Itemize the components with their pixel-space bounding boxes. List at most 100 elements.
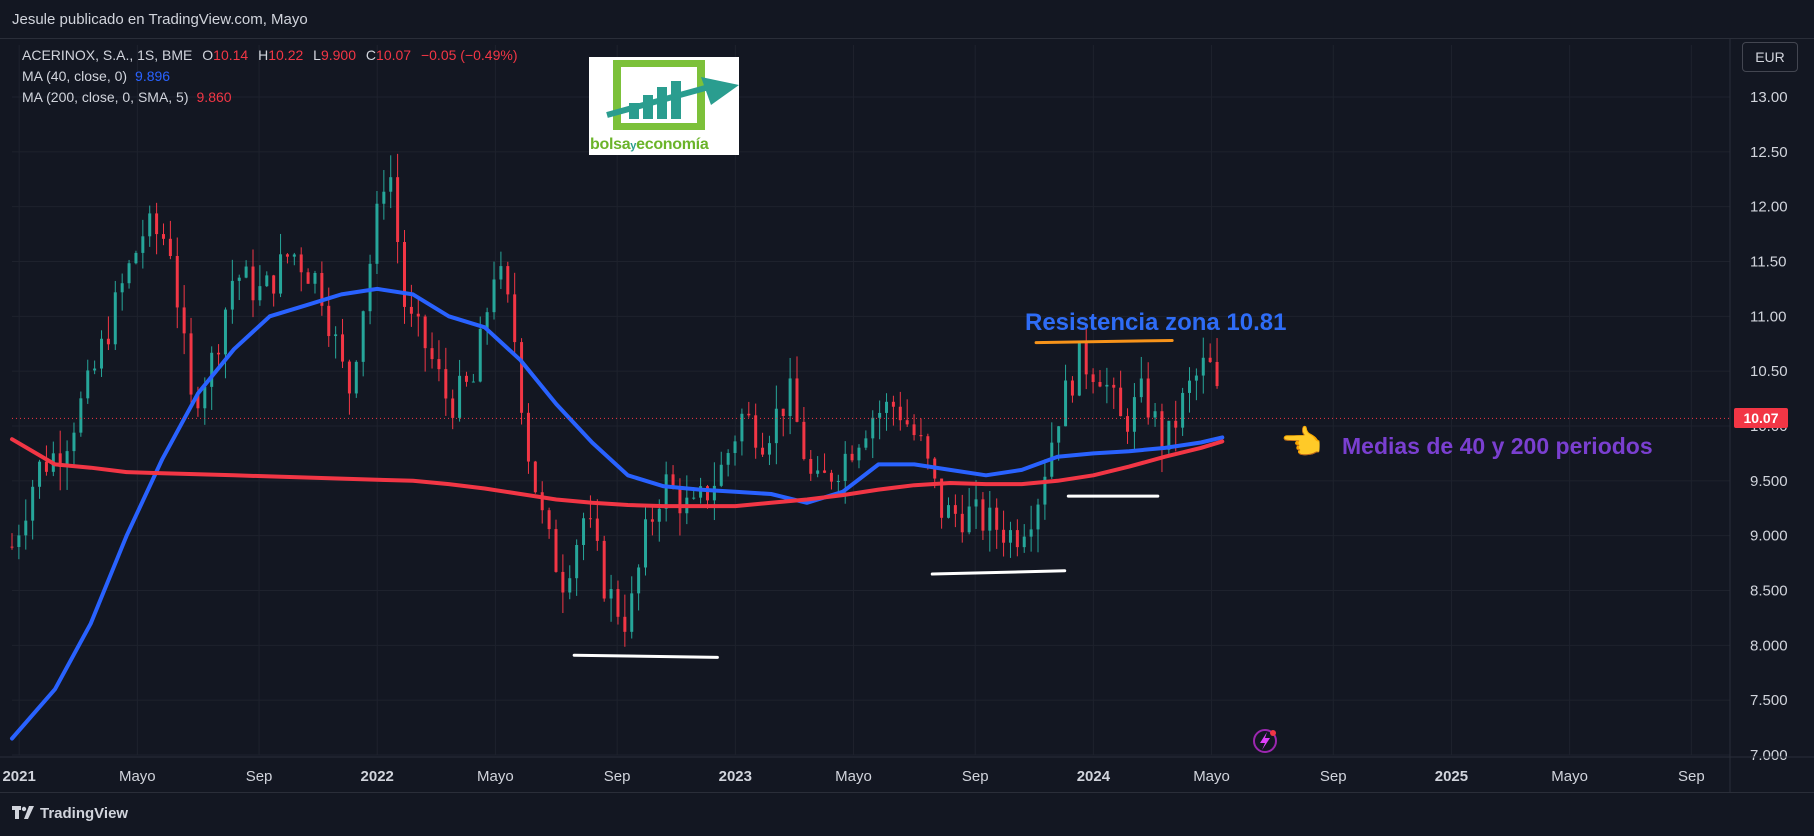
support-line[interactable] (572, 653, 719, 659)
candle-body (403, 242, 407, 307)
candle-body (554, 529, 558, 572)
candle-body (575, 544, 579, 579)
lightning-icon[interactable] (1260, 732, 1270, 750)
candle-body (1208, 357, 1212, 362)
candle-body (423, 316, 427, 349)
candle-body (299, 254, 303, 273)
candle-body (967, 506, 971, 533)
candle-body (588, 518, 592, 520)
candle-body (451, 398, 455, 418)
candle-body (251, 266, 255, 301)
candle-body (1057, 426, 1061, 443)
candle-body (1119, 387, 1123, 417)
logo-arrow-head (701, 77, 739, 105)
candle-body (437, 359, 441, 370)
low-label: L (313, 47, 321, 63)
legend-ma200-row: MA (200, close, 0, SMA, 5) 9.860 (22, 87, 517, 108)
tradingview-brand[interactable]: TradingView (12, 805, 128, 822)
candle-body (334, 334, 338, 337)
candle-body (389, 177, 393, 192)
y-tick-label: 13.00 (1750, 89, 1788, 106)
candle-body (974, 499, 978, 507)
candle-body (1036, 504, 1040, 530)
ma40-value: 9.896 (135, 68, 171, 84)
candle-body (347, 361, 351, 394)
candle-body (471, 381, 475, 383)
y-tick-label: 10.50 (1750, 363, 1788, 380)
candle-body (891, 401, 895, 407)
candle-body (313, 272, 317, 284)
y-tick-label: 11.00 (1750, 308, 1786, 325)
candle-body (120, 283, 124, 293)
y-tick-label: 11.50 (1750, 254, 1786, 271)
x-tick-label: Sep (1320, 768, 1347, 785)
moving-averages-annotation[interactable]: Medias de 40 y 200 periodos (1342, 433, 1653, 460)
candle-body (1008, 530, 1012, 543)
candle-body (148, 213, 152, 237)
candle-body (285, 254, 289, 257)
logo-wordmark: bolsayeconomía (590, 136, 709, 154)
candle-body (526, 412, 530, 462)
support-line[interactable] (930, 569, 1067, 576)
ma200-label[interactable]: MA (200, close, 0, SMA, 5) (22, 89, 189, 105)
last-price-badge: 10.07 (1734, 408, 1788, 428)
candle-body (623, 616, 627, 632)
candle-body (520, 342, 524, 413)
logo-word-bolsa: bolsa (590, 136, 631, 153)
candle-body (416, 313, 420, 317)
candle-body (244, 266, 248, 278)
candle-body (595, 518, 599, 541)
candle-body (843, 453, 847, 481)
candle-body (981, 499, 985, 531)
y-tick-label: 8.000 (1750, 637, 1788, 654)
candle-body (1002, 529, 1006, 543)
ma200-value: 9.860 (196, 89, 232, 105)
candle-body (409, 306, 413, 314)
candle-body (1188, 380, 1192, 393)
candle-body (361, 311, 365, 362)
y-tick-label: 9.000 (1750, 528, 1788, 545)
candle-body (637, 567, 641, 594)
candle-body (1132, 397, 1136, 432)
candle-body (100, 338, 104, 369)
candle-body (960, 513, 964, 533)
candle-body (1194, 375, 1198, 381)
candle-body (106, 338, 110, 345)
resistance-annotation[interactable]: Resistencia zona 10.81 (1025, 309, 1286, 337)
currency-button[interactable]: EUR (1742, 42, 1798, 72)
candle-body (430, 348, 434, 360)
y-tick-label: 7.000 (1750, 747, 1788, 764)
candle-body (1160, 411, 1164, 450)
candle-body (802, 421, 806, 459)
candle-body (499, 266, 503, 280)
candle-body (1077, 341, 1081, 396)
candle-body (650, 519, 654, 522)
candle-body (926, 436, 930, 459)
x-tick-label: Sep (1678, 768, 1705, 785)
candlestick-chart[interactable]: 13.0012.5012.0011.5011.0010.5010.009.500… (0, 0, 1814, 836)
candle-body (871, 417, 875, 439)
candle-body (189, 333, 193, 395)
candle-body (265, 275, 269, 287)
ma40-label[interactable]: MA (40, close, 0) (22, 68, 127, 84)
candle-body (582, 518, 586, 545)
candle-body (885, 401, 889, 413)
candle-body (258, 286, 262, 301)
candle-body (850, 453, 854, 461)
candle-body (1215, 361, 1219, 387)
resistance-line[interactable] (1034, 338, 1174, 345)
y-tick-label: 12.50 (1750, 144, 1788, 161)
candle-body (1015, 530, 1019, 548)
candle-body (72, 432, 76, 452)
candle-body (168, 238, 172, 256)
candle-body (230, 280, 234, 310)
candle-body (836, 480, 840, 482)
candle-body (761, 447, 765, 455)
candle-body (995, 507, 999, 530)
candle-body (988, 507, 992, 531)
candle-body (506, 266, 510, 295)
symbol-label[interactable]: ACERINOX, S.A., 1S, BME (22, 47, 192, 63)
candle-body (141, 236, 145, 253)
x-tick-label: Sep (962, 768, 989, 785)
candle-body (733, 441, 737, 454)
